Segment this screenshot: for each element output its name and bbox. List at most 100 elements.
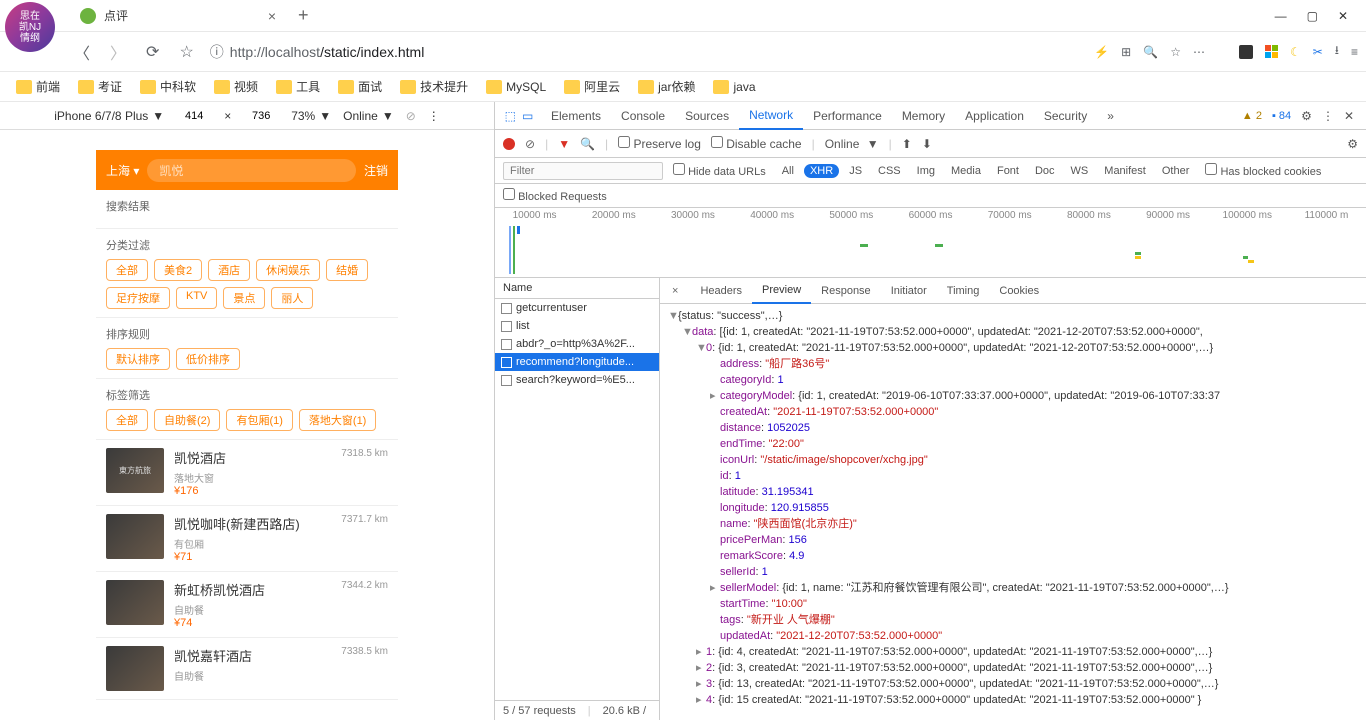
preserve-log-checkbox[interactable]: Preserve log — [618, 136, 701, 151]
height-input[interactable] — [243, 110, 279, 122]
detail-tab[interactable]: Preview — [752, 278, 811, 304]
filter-chip[interactable]: 休闲娱乐 — [256, 259, 320, 281]
bookmark-item[interactable]: 考证 — [72, 76, 128, 97]
request-row[interactable]: recommend?longitude... — [495, 353, 659, 371]
star-icon[interactable]: ☆ — [1170, 45, 1181, 59]
result-item[interactable]: 凯悦嘉轩酒店7338.5 km自助餐 — [96, 638, 398, 700]
bookmark-item[interactable]: MySQL — [480, 78, 552, 96]
hide-data-urls[interactable]: Hide data URLs — [673, 163, 766, 178]
download-icon[interactable]: ⭳ — [1335, 41, 1339, 62]
blocked-requests[interactable]: Blocked Requests — [503, 188, 607, 203]
filter-chip[interactable]: 全部 — [106, 409, 148, 431]
favorite-button[interactable]: ☆ — [175, 38, 197, 66]
scissors-icon[interactable]: ✂ — [1313, 45, 1323, 59]
filter-type[interactable]: All — [776, 164, 800, 178]
detail-tab[interactable]: Cookies — [989, 278, 1049, 304]
filter-chip[interactable]: 酒店 — [208, 259, 250, 281]
json-preview[interactable]: ▼{status: "success",…}▼data: [{id: 1, cr… — [660, 304, 1366, 720]
ext-icon[interactable] — [1239, 45, 1253, 59]
devtools-tab[interactable]: Memory — [892, 102, 955, 130]
filter-chip[interactable]: 结婚 — [326, 259, 368, 281]
filter-type[interactable]: Media — [945, 164, 987, 178]
filter-type[interactable]: Manifest — [1098, 164, 1152, 178]
result-item[interactable]: 新虹桥凯悦酒店7344.2 km自助餐¥74 — [96, 572, 398, 638]
disable-cache-checkbox[interactable]: Disable cache — [711, 136, 802, 151]
close-button[interactable]: ✕ — [1338, 9, 1348, 23]
throttle-select[interactable]: Online ▼ — [343, 109, 394, 123]
result-item[interactable]: 凯悦咖啡(新建西路店)7371.7 km有包厢¥71 — [96, 506, 398, 572]
bookmark-item[interactable]: 工具 — [270, 76, 326, 97]
filter-type[interactable]: Img — [911, 164, 941, 178]
zoom-icon[interactable]: 🔍 — [1143, 45, 1158, 59]
network-timeline[interactable]: 10000 ms20000 ms30000 ms40000 ms50000 ms… — [495, 208, 1366, 278]
location-picker[interactable]: 上海 ▾ — [106, 162, 139, 179]
zoom-select[interactable]: 73% ▼ — [291, 109, 331, 123]
minimize-button[interactable]: — — [1275, 9, 1287, 23]
maximize-button[interactable]: ▢ — [1307, 9, 1318, 23]
filter-type[interactable]: Doc — [1029, 164, 1061, 178]
filter-chip[interactable]: KTV — [176, 287, 217, 309]
filter-chip[interactable]: 有包厢(1) — [226, 409, 292, 431]
request-row[interactable]: search?keyword=%E5... — [495, 371, 659, 389]
flash-icon[interactable]: ⚡ — [1094, 45, 1109, 59]
warnings-badge[interactable]: ▲ 2 — [1242, 110, 1262, 122]
record-button[interactable] — [503, 138, 515, 150]
filter-type[interactable]: XHR — [804, 164, 839, 178]
filter-chip[interactable]: 自助餐(2) — [154, 409, 220, 431]
tab-close-icon[interactable]: × — [268, 8, 276, 24]
devtools-tab[interactable]: Network — [739, 102, 803, 130]
filter-chip[interactable]: 全部 — [106, 259, 148, 281]
bookmark-item[interactable]: jar依赖 — [632, 76, 701, 97]
filter-type[interactable]: WS — [1065, 164, 1095, 178]
request-row[interactable]: abdr?_o=http%3A%2F... — [495, 335, 659, 353]
search-icon[interactable]: 🔍 — [580, 137, 595, 151]
device-toggle-icon[interactable]: ▭ — [522, 109, 533, 123]
filter-type[interactable]: Other — [1156, 164, 1196, 178]
filter-chip[interactable]: 美食2 — [154, 259, 202, 281]
bookmark-item[interactable]: 阿里云 — [558, 76, 626, 97]
messages-badge[interactable]: ▪ 84 — [1272, 110, 1291, 122]
devtools-tab[interactable]: Application — [955, 102, 1034, 130]
detail-tab[interactable]: Headers — [690, 278, 752, 304]
more-tabs[interactable]: » — [1099, 109, 1122, 123]
bookmark-item[interactable]: 中科软 — [134, 76, 202, 97]
filter-chip[interactable]: 落地大窗(1) — [299, 409, 376, 431]
devtools-tab[interactable]: Security — [1034, 102, 1097, 130]
settings-icon[interactable]: ⚙ — [1347, 137, 1358, 151]
filter-type[interactable]: JS — [843, 164, 868, 178]
filter-icon[interactable]: ▼ — [558, 137, 570, 151]
has-blocked-cookies[interactable]: Has blocked cookies — [1205, 163, 1321, 178]
logout-button[interactable]: 注销 — [364, 162, 388, 179]
detail-tab[interactable]: Timing — [937, 278, 990, 304]
moon-icon[interactable]: ☾ — [1290, 45, 1301, 59]
close-devtools[interactable]: ✕ — [1344, 109, 1354, 123]
request-row[interactable]: getcurrentuser — [495, 299, 659, 317]
filter-type[interactable]: CSS — [872, 164, 907, 178]
bookmark-item[interactable]: 视频 — [208, 76, 264, 97]
filter-chip[interactable]: 足疗按摩 — [106, 287, 170, 309]
device-select[interactable]: iPhone 6/7/8 Plus ▼ — [54, 109, 164, 123]
detail-tab[interactable]: Initiator — [881, 278, 937, 304]
filter-type[interactable]: Font — [991, 164, 1025, 178]
download-icon[interactable]: ⬇ — [922, 137, 932, 151]
result-item[interactable]: 東方航旅凯悦酒店7318.5 km落地大窗¥176 — [96, 440, 398, 506]
devtools-tab[interactable]: Sources — [675, 102, 739, 130]
url-input[interactable]: ⓘ http://localhost/static/index.html — [210, 42, 1082, 62]
devtools-tab[interactable]: Performance — [803, 102, 892, 130]
qr-icon[interactable]: ⊞ — [1121, 45, 1131, 59]
filter-chip[interactable]: 默认排序 — [106, 348, 170, 370]
settings-icon[interactable]: ⚙ — [1301, 109, 1312, 123]
column-header[interactable]: Name — [495, 278, 659, 299]
upload-icon[interactable]: ⬆ — [902, 137, 912, 151]
request-row[interactable]: list — [495, 317, 659, 335]
width-input[interactable] — [176, 110, 212, 122]
rotate-icon[interactable]: ⊘ — [406, 109, 416, 123]
newtab-button[interactable]: + — [288, 5, 319, 26]
browser-tab[interactable]: 点评 × — [68, 1, 288, 31]
detail-tab[interactable]: Response — [811, 278, 881, 304]
filter-chip[interactable]: 丽人 — [271, 287, 313, 309]
ext-icon-2[interactable] — [1265, 45, 1278, 58]
filter-input[interactable] — [503, 162, 663, 180]
reload-button[interactable]: ⟳ — [142, 38, 163, 66]
close-detail[interactable]: × — [664, 285, 686, 297]
